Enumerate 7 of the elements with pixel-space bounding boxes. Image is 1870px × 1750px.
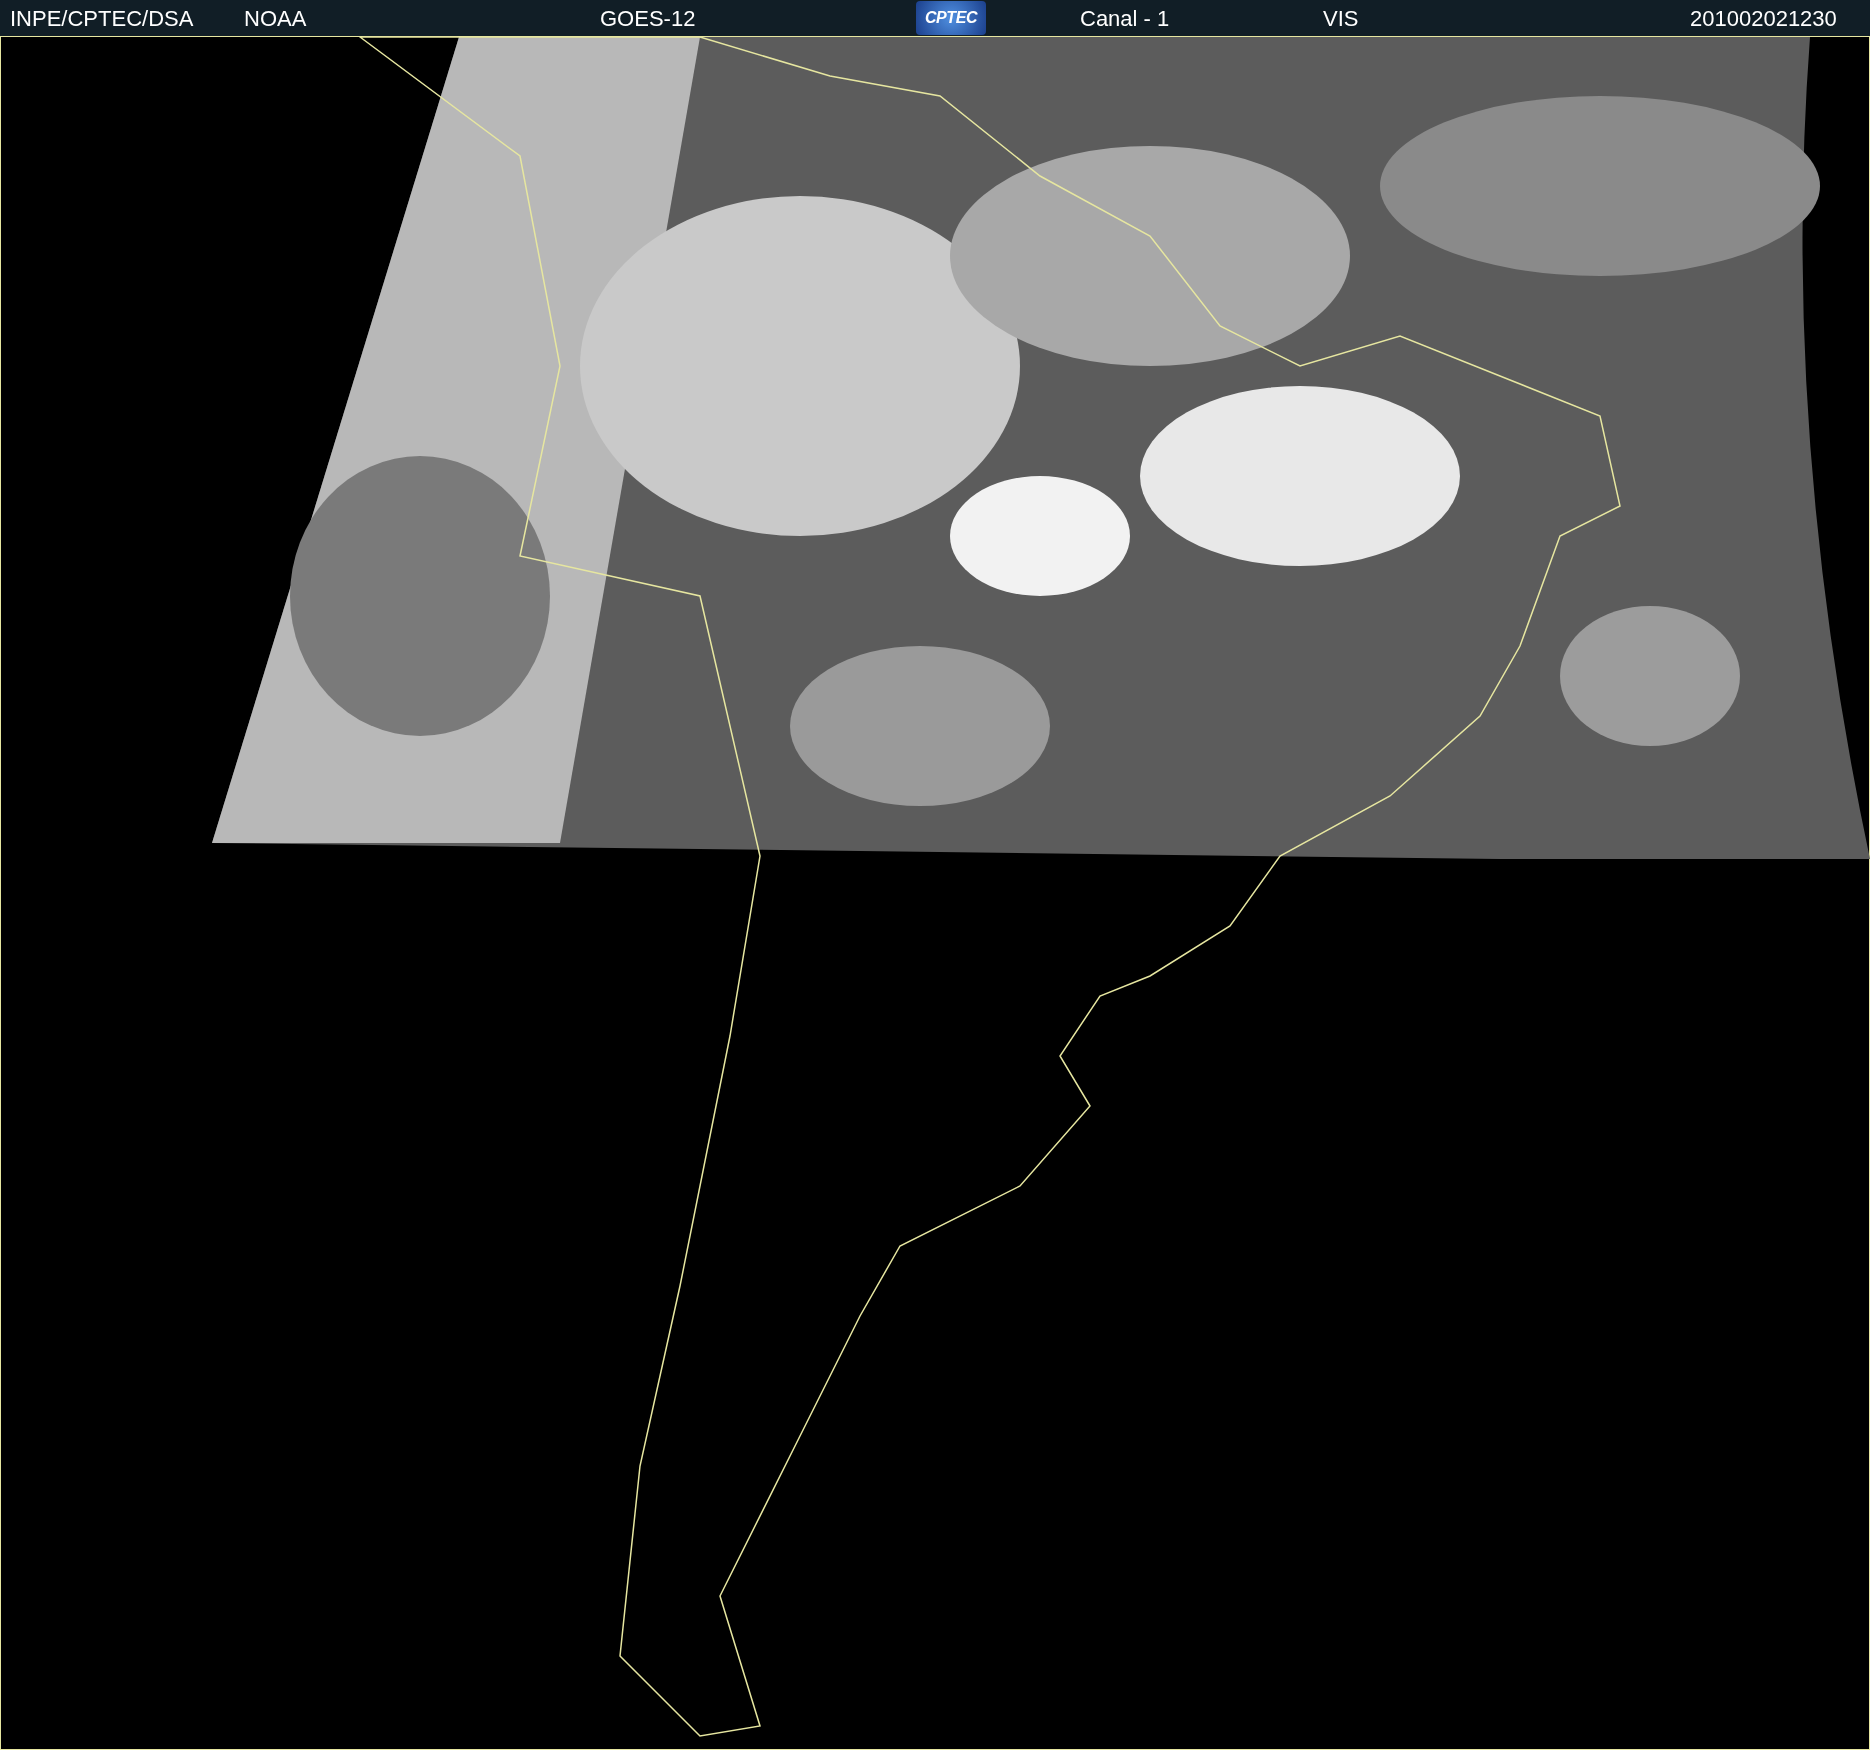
header-label: NOAA [244, 4, 307, 33]
header-label: GOES-12 [600, 4, 696, 33]
logo: CPTEC [916, 1, 986, 35]
header-label: INPE/CPTEC/DSA [10, 4, 194, 33]
header-label: Canal - 1 [1080, 4, 1170, 33]
header-label: VIS [1323, 4, 1359, 33]
header-label: 201002021230 [1690, 4, 1837, 33]
